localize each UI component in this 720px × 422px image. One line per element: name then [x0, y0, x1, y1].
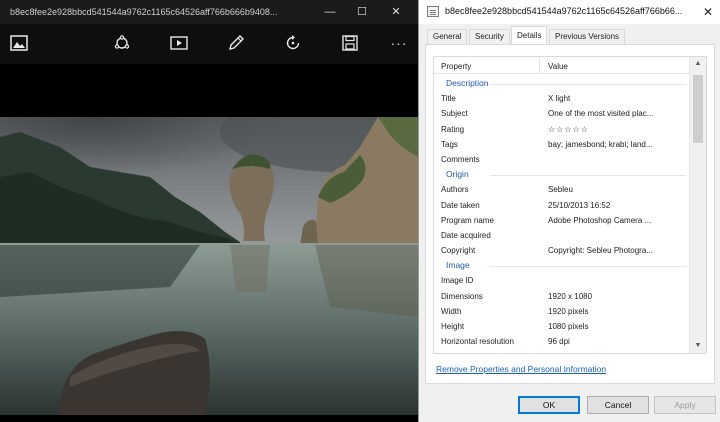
ok-button[interactable]: OK [518, 396, 580, 414]
dialog-title: b8ec8fee2e928bbcd541544a9762c1165c64526a… [445, 6, 683, 16]
table-row[interactable]: Authors Sebleu [434, 182, 690, 197]
tab-general[interactable]: General [427, 29, 468, 44]
table-row[interactable]: Dimensions 1920 x 1080 [434, 289, 690, 304]
tab-security[interactable]: Security [469, 29, 510, 44]
remove-properties-link[interactable]: Remove Properties and Personal Informati… [436, 364, 606, 374]
edit-pencil-icon[interactable] [225, 32, 247, 54]
rating-stars[interactable]: ☆☆☆☆☆ [548, 122, 688, 137]
rotate-icon[interactable] [282, 32, 304, 54]
dialog-title-bar: b8ec8fee2e928bbcd541544a9762c1165c64526a… [419, 0, 720, 24]
section-header-origin: Origin [434, 167, 690, 182]
tab-details[interactable]: Details [511, 26, 548, 45]
slideshow-icon[interactable] [168, 32, 190, 54]
table-row[interactable]: Program name Adobe Photoshop Camera ... [434, 213, 690, 228]
maximize-button[interactable]: ☐ [346, 0, 378, 24]
vertical-scrollbar[interactable]: ▲ ▼ [689, 57, 706, 353]
file-icon [427, 6, 439, 17]
scrollbar-thumb[interactable] [693, 75, 703, 143]
table-row[interactable]: Rating ☆☆☆☆☆ [434, 122, 690, 137]
section-header-description: Description [434, 76, 690, 91]
table-row[interactable]: Date taken 25/10/2013 16:52 [434, 198, 690, 213]
landscape-photo [0, 117, 418, 415]
scroll-up-arrow-icon[interactable]: ▲ [690, 57, 706, 71]
table-row[interactable]: Horizontal resolution 96 dpi [434, 334, 690, 349]
photo-viewer[interactable] [0, 64, 418, 422]
save-icon[interactable] [339, 32, 361, 54]
more-icon[interactable]: ··· [388, 32, 410, 54]
table-row[interactable]: Height 1080 pixels [434, 319, 690, 334]
tab-previous-versions[interactable]: Previous Versions [549, 29, 626, 44]
column-divider[interactable] [539, 57, 540, 74]
image-icon[interactable] [8, 32, 30, 54]
dialog-close-button[interactable]: ✕ [695, 0, 720, 24]
cancel-button[interactable]: Cancel [587, 396, 649, 414]
column-header-property[interactable]: Property [441, 62, 471, 71]
photos-title-bar: b8ec8fee2e928bbcd541544a9762c1165c64526a… [0, 0, 418, 24]
photos-window-title: b8ec8fee2e928bbcd541544a9762c1165c64526a… [10, 7, 278, 17]
table-row[interactable]: Tags bay; jamesbond; krabi; land... [434, 137, 690, 152]
list-header: Property Value [434, 57, 690, 74]
property-rows: Description Title X light Subject One of t… [434, 76, 690, 349]
table-row[interactable]: Image ID [434, 273, 690, 288]
table-row[interactable]: Title X light [434, 91, 690, 106]
properties-dialog: b8ec8fee2e928bbcd541544a9762c1165c64526a… [418, 0, 720, 422]
close-button[interactable]: ✕ [380, 0, 412, 24]
photos-window: b8ec8fee2e928bbcd541544a9762c1165c64526a… [0, 0, 418, 422]
table-row[interactable]: Date acquired [434, 228, 690, 243]
table-row[interactable]: Copyright Copyright: Sebleu Photogra... [434, 243, 690, 258]
table-row[interactable]: Subject One of the most visited plac... [434, 106, 690, 121]
table-row[interactable]: Comments [434, 152, 690, 167]
column-header-value[interactable]: Value [548, 62, 568, 71]
enhance-icon[interactable] [111, 32, 133, 54]
scroll-down-arrow-icon[interactable]: ▼ [690, 339, 706, 353]
apply-button[interactable]: Apply [654, 396, 716, 414]
photos-toolbar: ··· [0, 24, 418, 64]
properties-list[interactable]: Property Value Description Title X light … [433, 56, 707, 354]
section-header-image: Image [434, 258, 690, 273]
minimize-button[interactable]: — [314, 0, 346, 24]
table-row[interactable]: Width 1920 pixels [434, 304, 690, 319]
